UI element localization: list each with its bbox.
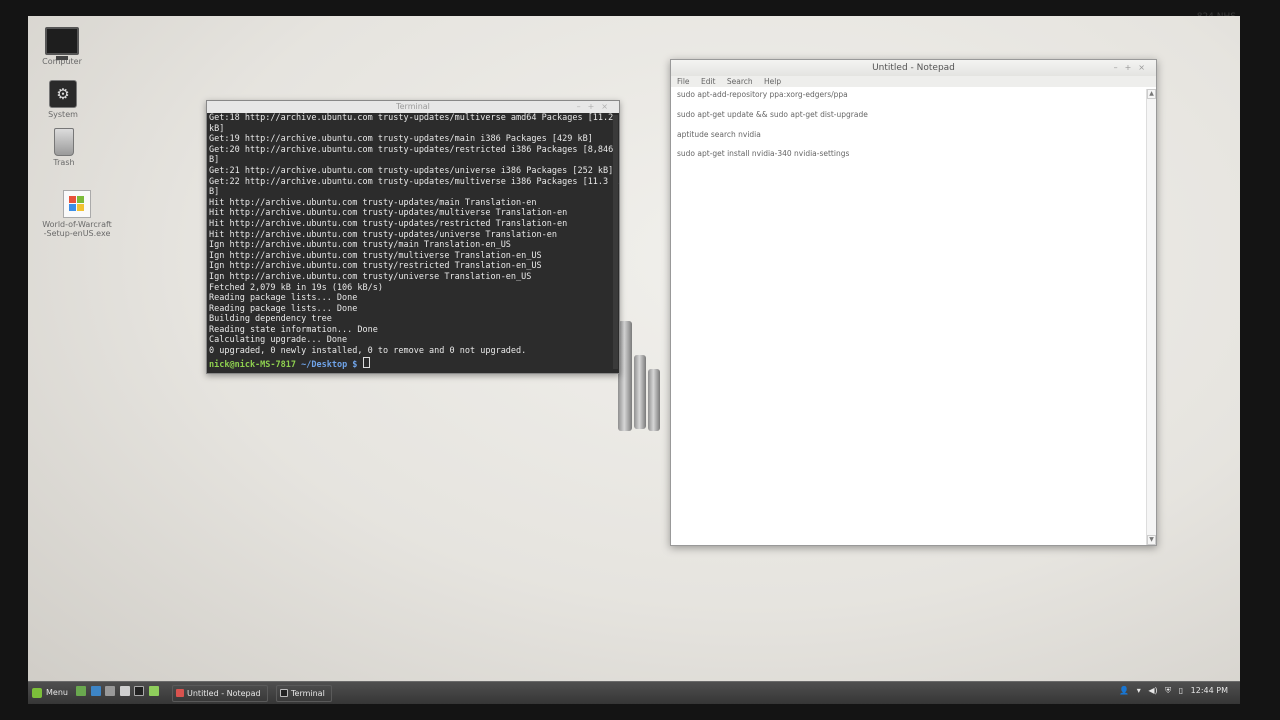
notepad-line: sudo apt-get install nvidia-340 nvidia-s… [677, 149, 850, 159]
battery-icon[interactable]: ▯ [1179, 686, 1183, 695]
menu-help[interactable]: Help [764, 77, 781, 86]
volume-icon[interactable]: ◀) [1148, 686, 1157, 695]
desktop-icon-trash[interactable]: Trash [29, 128, 99, 167]
terminal-line: Fetched 2,079 kB in 19s (106 kB/s) [209, 282, 383, 293]
mint-logo-decoration [618, 321, 662, 431]
firefox-icon[interactable] [90, 686, 101, 696]
terminal-line: Reading package lists... Done [209, 303, 358, 314]
quick-launch [76, 686, 161, 698]
terminal-titlebar[interactable]: Terminal –+× [207, 101, 619, 113]
notepad-titlebar[interactable]: Untitled - Notepad –+× [671, 60, 1156, 76]
terminal-line: Ign http://archive.ubuntu.com trusty/mul… [209, 250, 542, 261]
computer-icon [45, 27, 79, 60]
clock[interactable]: 12:44 PM [1191, 686, 1228, 695]
terminal-line: Get:20 http://archive.ubuntu.com trusty-… [209, 144, 614, 155]
text-cursor [362, 356, 370, 368]
terminal-line: Hit http://archive.ubuntu.com trusty-upd… [209, 197, 537, 208]
notepad-title: Untitled - Notepad [872, 63, 955, 73]
terminal-line: Building dependency tree [209, 314, 332, 325]
terminal-line: Get:21 http://archive.ubuntu.com trusty-… [209, 165, 614, 176]
installer-icon [63, 190, 91, 218]
menu-button[interactable]: Menu [32, 686, 68, 700]
terminal-launcher-icon[interactable] [134, 686, 145, 696]
terminal-output[interactable]: Get:18 http://archive.ubuntu.com trusty-… [207, 113, 619, 370]
terminal-title: Terminal [396, 102, 430, 111]
terminal-scrollbar[interactable] [613, 115, 618, 369]
notepad-line: sudo apt-add-repository ppa:xorg-edgers/… [677, 90, 848, 99]
terminal-line: Ign http://archive.ubuntu.com trusty/mai… [209, 240, 511, 251]
terminal-line: 0 upgraded, 0 newly installed, 0 to remo… [209, 346, 527, 357]
notepad-menubar: File Edit Search Help [671, 76, 1156, 87]
window-controls[interactable]: –+× [1114, 60, 1152, 76]
terminal-window[interactable]: Terminal –+× Get:18 http://archive.ubunt… [206, 100, 620, 374]
terminal-line: Ign http://archive.ubuntu.com trusty/res… [209, 261, 542, 272]
menu-search[interactable]: Search [727, 77, 753, 86]
user-icon[interactable]: 👤 [1119, 686, 1129, 695]
terminal-icon [280, 689, 288, 697]
notepad-text-area[interactable]: sudo apt-add-repository ppa:xorg-edgers/… [677, 90, 868, 169]
terminal-line: B] [209, 187, 220, 198]
system-icon: ⚙ [49, 80, 77, 108]
desktop-icon-label: Trash [53, 158, 75, 167]
scroll-down-icon[interactable]: ▼ [1147, 535, 1156, 545]
desktop-icon-installer[interactable]: World-of-Warcraft-Setup-enUS.exe [42, 190, 112, 238]
menu-file[interactable]: File [677, 77, 690, 86]
task-label: Terminal [291, 689, 325, 698]
task-terminal[interactable]: Terminal [276, 685, 332, 702]
desktop: Computer ⚙ System Trash World-of-Warcraf… [28, 16, 1240, 704]
task-label: Untitled - Notepad [187, 689, 261, 698]
terminal-line: Reading state information... Done [209, 324, 378, 335]
terminal-line: Hit http://archive.ubuntu.com trusty-upd… [209, 229, 557, 240]
show-desktop-icon[interactable] [76, 686, 86, 696]
terminal-line: Calculating upgrade... Done [209, 335, 348, 346]
scroll-up-icon[interactable]: ▲ [1147, 89, 1156, 99]
window-controls[interactable]: –+× [577, 101, 615, 113]
terminal-line: Hit http://archive.ubuntu.com trusty-upd… [209, 218, 568, 229]
terminal-line: Reading package lists... Done [209, 293, 358, 304]
terminal-line: Get:19 http://archive.ubuntu.com trusty-… [209, 134, 593, 145]
terminal-line: Get:18 http://archive.ubuntu.com trusty-… [209, 113, 614, 123]
desktop-icon-label: System [48, 110, 78, 119]
terminal-line: Ign http://archive.ubuntu.com trusty/uni… [209, 271, 532, 282]
terminal-line: Get:22 http://archive.ubuntu.com trusty-… [209, 176, 619, 187]
desktop-icon-system[interactable]: ⚙ System [28, 80, 98, 119]
prompt-path: ~/Desktop $ [301, 359, 358, 370]
desktop-icon-computer[interactable]: Computer [28, 27, 97, 66]
settings-icon[interactable] [105, 686, 116, 696]
desktop-icon-label: World-of-Warcraft-Setup-enUS.exe [42, 220, 112, 238]
terminal-line: Hit http://archive.ubuntu.com trusty-upd… [209, 208, 568, 219]
system-tray: 👤 ▾ ◀) ⛨ ▯ 12:44 PM [1114, 686, 1228, 696]
notepad-icon [176, 689, 184, 697]
trash-icon [54, 128, 74, 156]
terminal-line: B] [209, 155, 220, 166]
notepad-line: sudo apt-get update && sudo apt-get dist… [677, 109, 868, 119]
terminal-prompt[interactable]: nick@nick-MS-7817 ~/Desktop $ [209, 356, 609, 371]
notepad-window[interactable]: Untitled - Notepad –+× File Edit Search … [670, 59, 1157, 546]
software-icon[interactable] [119, 686, 130, 696]
taskbar: Menu Untitled - Notepad Terminal 👤 ▾ ◀) … [28, 681, 1240, 704]
notepad-scrollbar[interactable]: ▲ ▼ [1146, 89, 1156, 545]
notepad-line: aptitude search nvidia [677, 129, 761, 139]
task-notepad[interactable]: Untitled - Notepad [172, 685, 268, 702]
menu-edit[interactable]: Edit [701, 77, 716, 86]
files-icon[interactable] [148, 686, 159, 696]
network-icon[interactable]: ▾ [1137, 686, 1141, 695]
prompt-user: nick@nick-MS-7817 [209, 359, 296, 370]
terminal-line: kB] [209, 123, 225, 134]
menu-label: Menu [46, 688, 68, 697]
update-shield-icon[interactable]: ⛨ [1165, 686, 1171, 695]
